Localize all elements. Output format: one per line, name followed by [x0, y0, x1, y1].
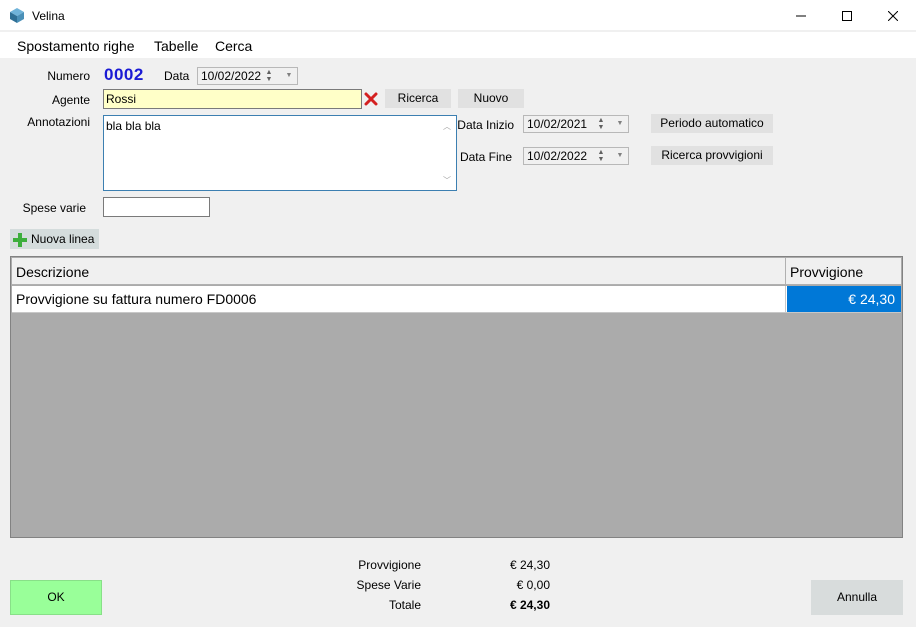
column-header-descrizione[interactable]: Descrizione: [12, 258, 786, 285]
nuova-linea-button[interactable]: Nuova linea: [10, 229, 99, 249]
data-inizio-value: 10/02/2021: [527, 117, 588, 131]
spin-icon[interactable]: ▲ ▼: [596, 149, 606, 163]
periodo-automatico-button[interactable]: Periodo automatico: [651, 114, 773, 133]
plus-icon: [13, 233, 27, 247]
numero-value: 0002: [104, 65, 144, 84]
data-picker[interactable]: 10/02/2022 ▲ ▼ ▼: [197, 67, 298, 85]
totale-label: Totale: [388, 598, 421, 612]
menu-bar: Spostamento righe Tabelle Cerca: [0, 32, 916, 58]
data-value: 10/02/2022: [201, 69, 262, 83]
agente-value: Rossi: [106, 92, 137, 106]
totale-provvigione-value: € 24,30: [509, 558, 550, 572]
title-bar: Velina: [0, 0, 916, 31]
totale-value: € 24,30: [509, 598, 550, 612]
chevron-down-icon[interactable]: ▼: [283, 68, 295, 84]
close-button[interactable]: [870, 0, 916, 31]
cell-provvigione[interactable]: € 24,30: [787, 286, 901, 312]
maximize-button[interactable]: [824, 0, 870, 31]
data-fine-label: Data Fine: [459, 150, 512, 164]
data-fine-value: 10/02/2022: [527, 149, 588, 163]
table-row[interactable]: Provvigione su fattura numero FD0006 € 2…: [12, 286, 901, 313]
annulla-button[interactable]: Annulla: [811, 580, 903, 615]
data-inizio-picker[interactable]: 10/02/2021 ▲ ▼ ▼: [523, 115, 629, 133]
totale-provvigione-label: Provvigione: [358, 558, 421, 572]
annotazioni-field[interactable]: bla bla bla ︿ ﹀: [103, 115, 457, 191]
chevron-down-icon[interactable]: ▼: [614, 116, 626, 132]
cell-descrizione[interactable]: Provvigione su fattura numero FD0006: [12, 286, 786, 312]
numero-label: Numero: [47, 69, 90, 83]
data-grid[interactable]: Descrizione Provvigione Provvigione su f…: [10, 256, 903, 538]
spese-varie-field[interactable]: [103, 197, 210, 217]
menu-tabelle[interactable]: Tabelle: [154, 38, 198, 54]
data-fine-picker[interactable]: 10/02/2022 ▲ ▼ ▼: [523, 147, 629, 165]
spese-varie-label: Spese varie: [22, 201, 86, 215]
grid-header: Descrizione Provvigione: [12, 258, 901, 285]
ricerca-provvigioni-button[interactable]: Ricerca provvigioni: [651, 146, 773, 165]
agente-label: Agente: [51, 93, 90, 107]
annotazioni-value: bla bla bla: [106, 119, 161, 133]
cube-icon: [10, 8, 24, 23]
window-title: Velina: [32, 9, 65, 23]
menu-cerca[interactable]: Cerca: [215, 38, 252, 54]
data-inizio-label: Data Inizio: [457, 118, 514, 132]
ok-button[interactable]: OK: [10, 580, 102, 615]
close-icon: [888, 10, 898, 21]
nuova-linea-label: Nuova linea: [31, 232, 95, 246]
data-label: Data: [164, 69, 190, 83]
chevron-up-icon[interactable]: ︿: [443, 121, 451, 132]
column-header-provvigione[interactable]: Provvigione: [786, 258, 901, 285]
minimize-icon: [796, 15, 806, 16]
spin-icon[interactable]: ▲ ▼: [596, 117, 606, 131]
spin-icon[interactable]: ▲ ▼: [264, 69, 274, 83]
totale-spese-varie-label: Spese Varie: [356, 578, 421, 592]
totale-spese-varie-value: € 0,00: [516, 578, 550, 592]
minimize-button[interactable]: [778, 0, 824, 31]
nuovo-button[interactable]: Nuovo: [458, 89, 524, 108]
maximize-icon: [842, 10, 852, 21]
chevron-down-icon[interactable]: ▼: [614, 148, 626, 164]
delete-icon[interactable]: [364, 91, 378, 107]
chevron-down-icon[interactable]: ﹀: [443, 175, 451, 186]
menu-spostamento-righe[interactable]: Spostamento righe: [17, 38, 135, 54]
agente-field[interactable]: Rossi: [103, 89, 362, 109]
ricerca-button[interactable]: Ricerca: [385, 89, 451, 108]
annotazioni-label: Annotazioni: [27, 115, 90, 129]
